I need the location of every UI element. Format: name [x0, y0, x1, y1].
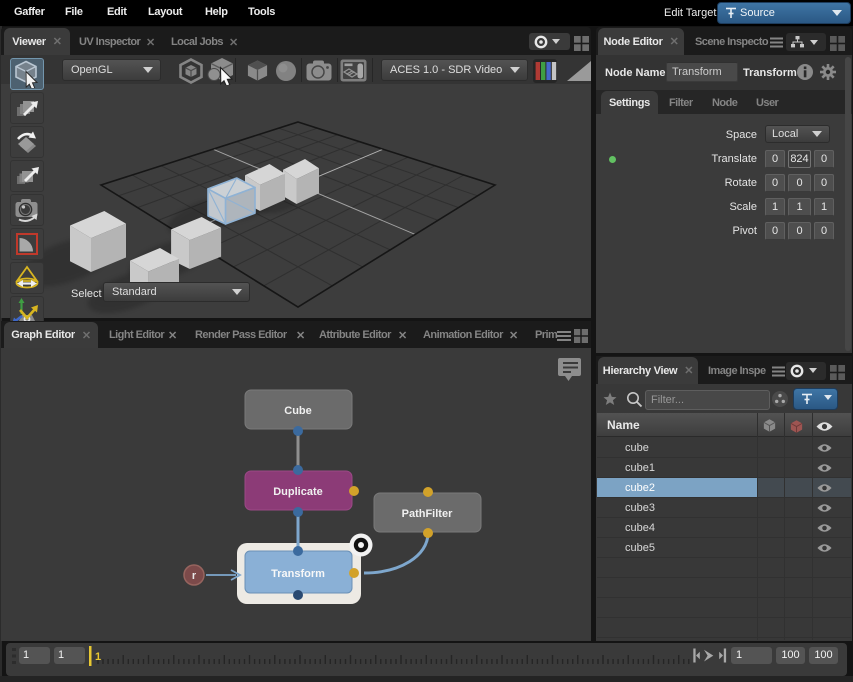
svg-text:1: 1	[95, 651, 101, 663]
